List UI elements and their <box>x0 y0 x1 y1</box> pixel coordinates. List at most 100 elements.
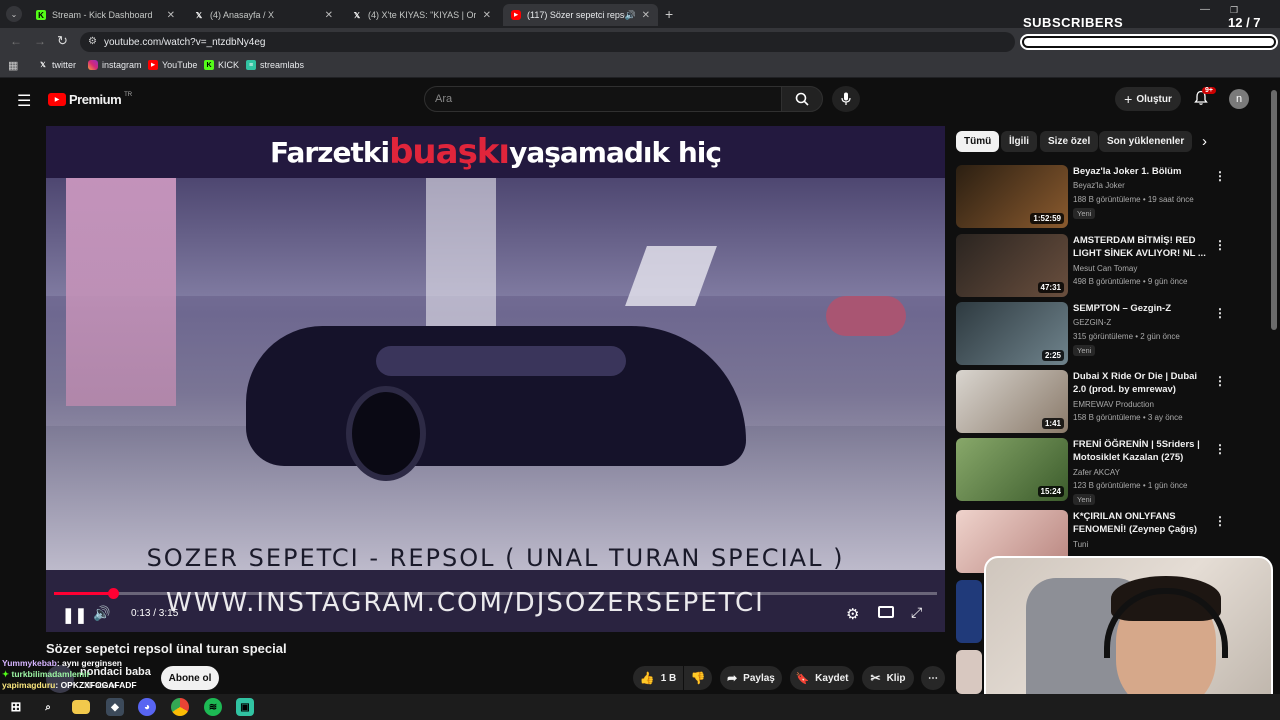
bookmark-kick[interactable]: K KICK <box>204 60 239 70</box>
video-player[interactable]: Farzetki buaşkı yaşamadık hiç SOZER SEPE… <box>46 126 945 632</box>
discord-icon[interactable]: ◕ <box>138 698 156 716</box>
close-icon[interactable]: ✕ <box>642 10 650 21</box>
tab-youtube-video[interactable]: ▶ (117) Sözer sepetci repsol ü 🔊 ✕ <box>503 4 658 26</box>
close-icon[interactable]: ✕ <box>167 10 175 21</box>
video-thumbnail[interactable]: 47:31 <box>956 234 1068 297</box>
recommendation-channel[interactable]: Tuni <box>1073 540 1088 549</box>
recommendation-item[interactable]: 2:25 SEMPTON – Gezgin-Z GEZGIN-Z 315 gör… <box>956 302 1256 366</box>
tab-x-home[interactable]: 𝕏 (4) Anasayfa / X ✕ <box>186 4 341 26</box>
recommendation-item[interactable]: 1:52:59 Beyaz'la Joker 1. Bölüm Beyaz'la… <box>956 165 1256 229</box>
app-icon[interactable]: ◆ <box>106 698 124 716</box>
more-vert-icon[interactable]: ⋮ <box>1214 442 1226 456</box>
new-tab-icon[interactable]: + <box>665 6 673 22</box>
streamlabs-icon[interactable]: ▣ <box>236 698 254 716</box>
save-button[interactable]: 🔖 Kaydet <box>790 666 854 690</box>
recommendation-title[interactable]: AMSTERDAM BİTMİŞ! RED LIGHT SİNEK AVLIYO… <box>1073 234 1208 260</box>
bookmark-instagram[interactable]: instagram <box>88 60 142 70</box>
subscribe-button[interactable]: Abone ol <box>161 666 219 690</box>
fullscreen-icon[interactable]: ⤢ <box>911 604 922 621</box>
spotify-icon[interactable]: ≋ <box>204 698 222 716</box>
tab-search-dropdown-icon[interactable]: ⌄ <box>6 6 22 22</box>
video-thumbnail[interactable]: 15:24 <box>956 438 1068 501</box>
duration-badge: 2:25 <box>1041 350 1064 361</box>
logo-text: Premium <box>69 92 122 107</box>
settings-icon[interactable]: ⚙ <box>846 605 859 623</box>
explorer-icon[interactable] <box>72 700 90 714</box>
tab-kick-dashboard[interactable]: K Stream - Kick Dashboard ✕ <box>28 4 183 26</box>
recommendation-channel[interactable]: EMREWAV Production <box>1073 400 1154 409</box>
volume-icon[interactable]: 🔊 <box>93 605 110 622</box>
recommendation-channel[interactable]: Beyaz'la Joker <box>1073 181 1125 190</box>
windows-icon[interactable]: ⊞ <box>7 698 25 716</box>
youtube-logo[interactable]: ▶ Premium TR <box>48 92 132 107</box>
video-thumbnail[interactable]: 2:25 <box>956 302 1068 365</box>
recommendation-channel[interactable]: Zafer AKCAY <box>1073 468 1120 477</box>
recommendation-channel[interactable]: GEZGIN-Z <box>1073 318 1111 327</box>
overlay-text-b: buaşkı <box>389 132 510 172</box>
recommendation-item[interactable]: 15:24 FRENİ ÖĞRENİN | 5Sriders | Motosik… <box>956 438 1256 505</box>
video-thumbnail[interactable]: 1:41 <box>956 370 1068 433</box>
forward-icon[interactable]: → <box>34 34 46 48</box>
overlay-text-c: yaşamadık hiç <box>509 135 722 169</box>
more-vert-icon[interactable]: ⋮ <box>1214 238 1226 252</box>
scrollbar[interactable] <box>1271 90 1277 330</box>
minimize-icon[interactable]: — <box>1200 4 1210 15</box>
create-button[interactable]: + Oluştur <box>1115 87 1181 111</box>
search-button[interactable] <box>781 86 823 112</box>
voice-search-button[interactable] <box>832 86 860 112</box>
close-icon[interactable]: ✕ <box>325 10 333 21</box>
hamburger-menu-icon[interactable]: ☰ <box>17 91 31 111</box>
chat-message: yapimagduru: OPKZXFOGAFADF <box>2 680 137 691</box>
streamlabs-icon: ≡ <box>246 60 256 70</box>
apps-grid-icon[interactable]: ▦ <box>8 59 18 72</box>
recommendation-title[interactable]: Dubai X Ride Or Die | Dubai 2.0 (prod. b… <box>1073 370 1208 396</box>
tab-label: (4) X'te KIYAS: "KIYAS | Ortalam <box>368 10 476 20</box>
chevron-right-icon[interactable]: › <box>1202 133 1207 150</box>
theater-mode-icon[interactable] <box>878 606 894 618</box>
pause-icon[interactable]: ❚❚ <box>62 606 87 624</box>
search-icon[interactable]: ⌕ <box>39 698 57 716</box>
video-thumbnail[interactable]: 1:52:59 <box>956 165 1068 228</box>
chip-recent[interactable]: Son yüklenenler <box>1099 131 1193 152</box>
chrome-icon[interactable] <box>171 698 189 716</box>
more-vert-icon[interactable]: ⋮ <box>1214 514 1226 528</box>
recommendation-item[interactable]: 47:31 AMSTERDAM BİTMİŞ! RED LIGHT SİNEK … <box>956 234 1256 298</box>
recommendation-title[interactable]: K*ÇIRILAN ONLYFANS FENOMENİ! (Zeynep Çağ… <box>1073 510 1208 536</box>
share-button[interactable]: ➦ Paylaş <box>720 666 782 690</box>
recommendation-title[interactable]: FRENİ ÖĞRENİN | 5Sriders | Motosiklet Ka… <box>1073 438 1208 464</box>
notifications-button[interactable]: 9+ <box>1193 87 1216 108</box>
site-info-icon[interactable]: ⚙ <box>88 36 97 47</box>
more-vert-icon[interactable]: ⋮ <box>1214 306 1226 320</box>
chip-for-you[interactable]: Size özel <box>1040 131 1099 152</box>
more-actions-button[interactable]: ⋯ <box>921 666 945 690</box>
back-icon[interactable]: ← <box>10 34 22 48</box>
search-input[interactable]: Ara <box>424 86 782 112</box>
dislike-button[interactable]: 👎 <box>684 666 712 690</box>
clip-button[interactable]: ✂ Klip <box>862 666 914 690</box>
more-vert-icon[interactable]: ⋮ <box>1214 169 1226 183</box>
progress-bar[interactable] <box>54 588 937 599</box>
car-wheel <box>346 386 426 481</box>
speaker-icon[interactable]: 🔊 <box>625 10 636 21</box>
chip-all[interactable]: Tümü <box>956 131 1000 152</box>
close-icon[interactable]: ✕ <box>483 10 491 21</box>
recommendation-title[interactable]: Beyaz'la Joker 1. Bölüm <box>1073 165 1208 178</box>
reload-icon[interactable]: ↻ <box>57 33 68 49</box>
chip-related[interactable]: İlgili <box>1001 131 1037 152</box>
chip-label: Son yüklenenler <box>1107 136 1185 147</box>
address-bar[interactable]: ⚙ youtube.com/watch?v=_ntzdbNy4eg <box>80 32 1015 52</box>
video-thumbnail[interactable] <box>956 580 982 643</box>
bookmark-label: streamlabs <box>260 60 305 70</box>
duration-badge: 1:41 <box>1041 418 1064 429</box>
bookmark-youtube[interactable]: ▶ YouTube <box>148 60 197 70</box>
recommendation-item[interactable]: 1:41 Dubai X Ride Or Die | Dubai 2.0 (pr… <box>956 370 1256 434</box>
video-thumbnail[interactable] <box>956 650 982 694</box>
bookmark-twitter[interactable]: 𝕏 twitter <box>38 60 76 70</box>
tab-x-kiyas[interactable]: 𝕏 (4) X'te KIYAS: "KIYAS | Ortalam ✕ <box>344 4 499 26</box>
recommendation-title[interactable]: SEMPTON – Gezgin-Z <box>1073 302 1208 315</box>
more-vert-icon[interactable]: ⋮ <box>1214 374 1226 388</box>
bookmark-streamlabs[interactable]: ≡ streamlabs <box>246 60 304 70</box>
like-button[interactable]: 👍 1 B <box>633 666 683 690</box>
avatar[interactable]: n <box>1229 89 1249 109</box>
recommendation-channel[interactable]: Mesut Can Tomay <box>1073 264 1137 273</box>
